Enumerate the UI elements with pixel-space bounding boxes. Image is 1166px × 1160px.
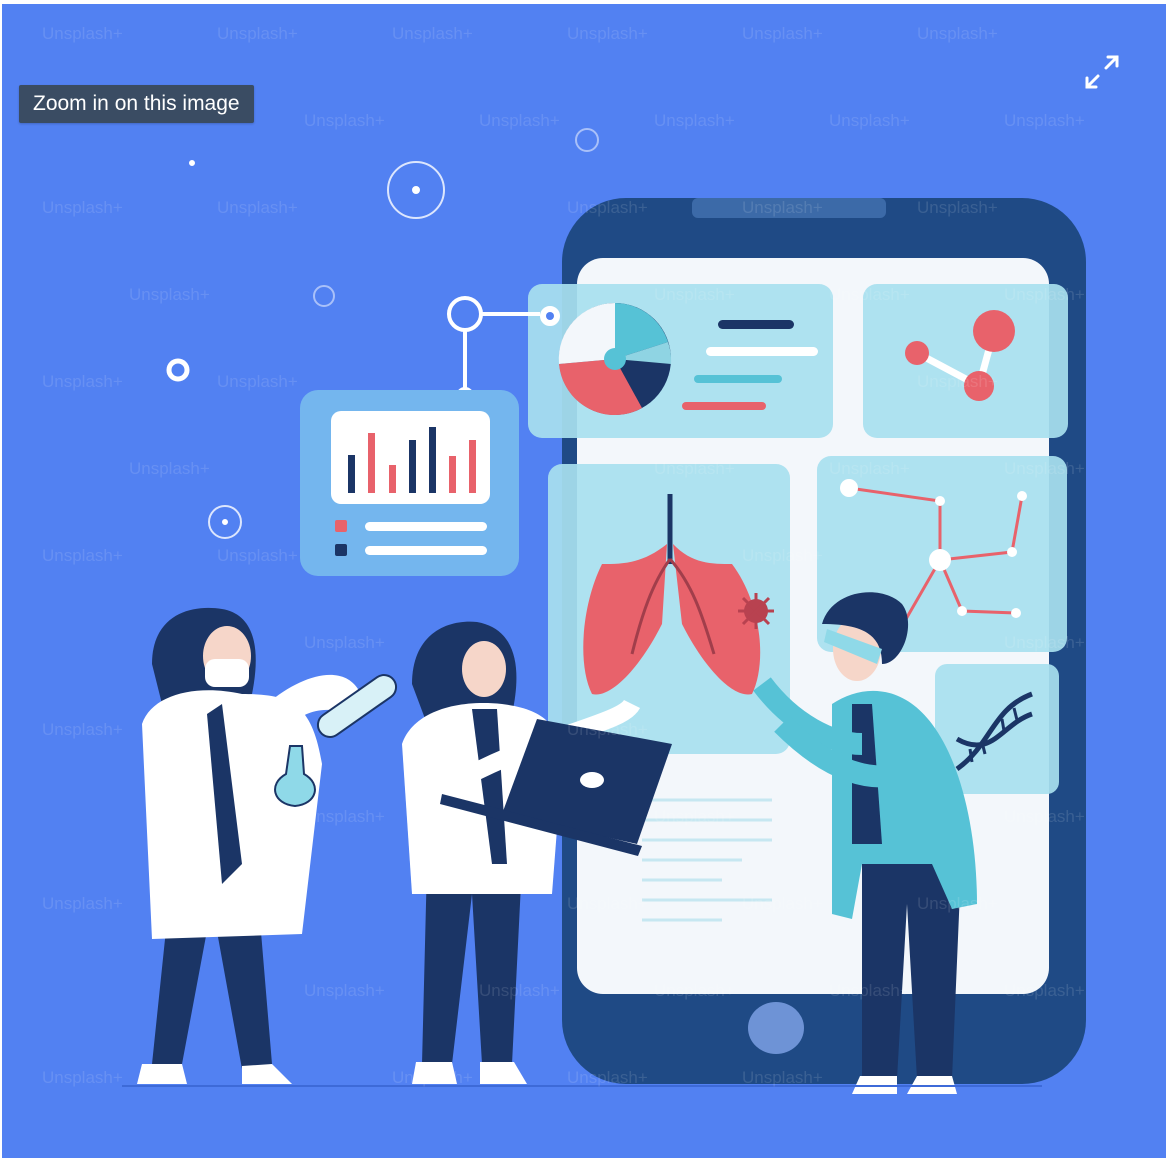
bar-chart-card bbox=[300, 390, 519, 576]
pie-panel bbox=[528, 284, 833, 438]
zoom-tooltip: Zoom in on this image bbox=[19, 85, 254, 123]
image-viewer[interactable]: Unsplash+ Unsplash+ Unsplash+ Unsplash+ … bbox=[2, 4, 1166, 1158]
expand-button[interactable] bbox=[1080, 50, 1124, 94]
scientist-left bbox=[137, 607, 398, 1084]
lungs-panel bbox=[548, 464, 790, 754]
nodes-panel bbox=[863, 284, 1068, 438]
illustration bbox=[122, 128, 1086, 1094]
expand-arrows-icon bbox=[1085, 55, 1119, 89]
